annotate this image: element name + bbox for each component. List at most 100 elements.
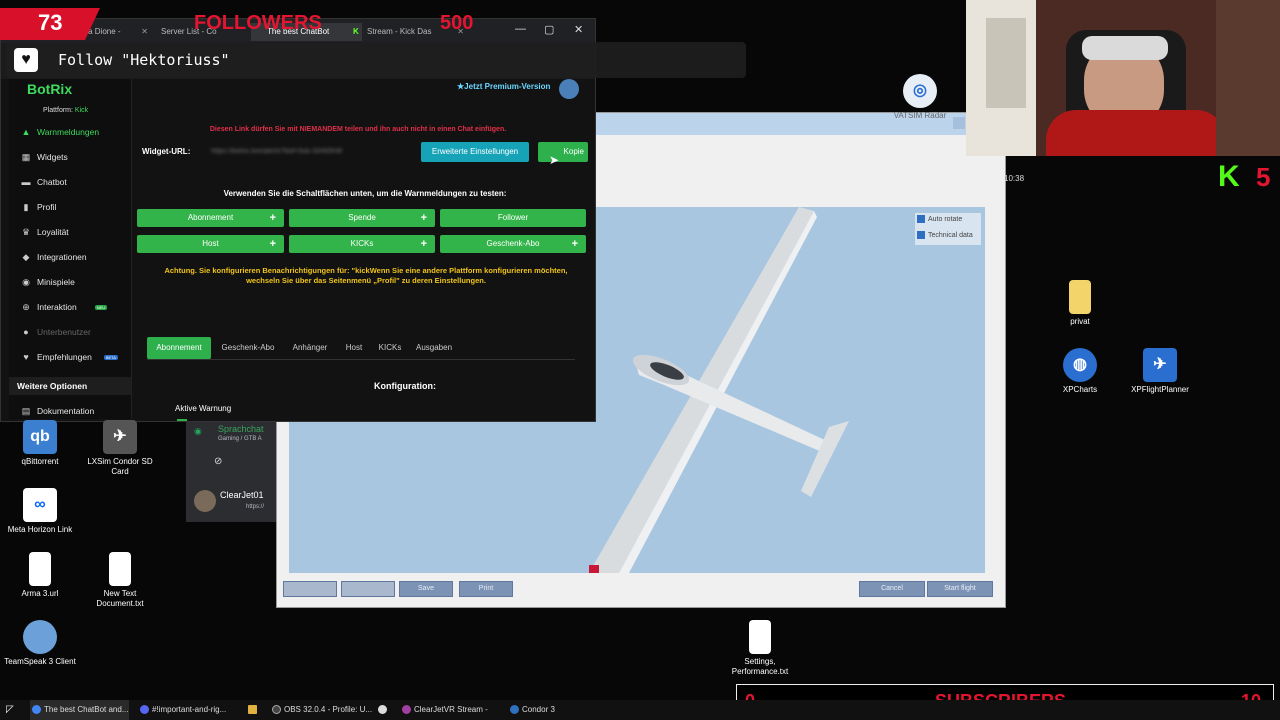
recommend-icon: ♥ xyxy=(23,352,29,362)
sidebar-item-chatbot[interactable]: ▬ Chatbot xyxy=(21,177,67,187)
discord-icon xyxy=(140,705,149,714)
text-file-icon xyxy=(749,620,771,654)
condor-disabled-button-2[interactable] xyxy=(341,581,395,597)
test-spende-button[interactable]: Spende + xyxy=(289,209,435,227)
active-warning-label: Aktive Warnung xyxy=(175,404,232,413)
window-close-icon[interactable]: ✕ xyxy=(574,23,583,36)
voice-channel-name[interactable]: Sprachchat xyxy=(218,424,264,434)
desktop-icon-arma3[interactable]: Arma 3.url xyxy=(0,552,80,599)
save-button[interactable]: Save xyxy=(399,581,453,597)
premium-link[interactable]: ★Jetzt Premium-Version xyxy=(457,82,550,91)
url-warning-text: Diesen Link dürfen Sie mit NIEMANDEM tei… xyxy=(209,126,507,133)
taskbar-item-obs[interactable]: OBS 32.0.4 - Profile: U... xyxy=(270,700,372,720)
sidebar-item-unterbenutzer[interactable]: ● Unterbenutzer xyxy=(21,327,91,337)
discord-username[interactable]: ClearJet01 xyxy=(220,490,264,500)
sidebar-item-dokumentation[interactable]: ▤ Dokumentation xyxy=(21,406,94,417)
start-flight-button[interactable]: Start flight xyxy=(927,581,993,597)
sidebar-item-loyalitaet[interactable]: ♛ Loyalität xyxy=(21,226,69,238)
sidebar-item-integrationen[interactable]: ◆ Integrationen xyxy=(21,251,87,263)
test-follower-button[interactable]: Follower xyxy=(440,209,586,227)
video-off-icon[interactable]: ⊘ xyxy=(214,456,222,467)
tab-ausgaben[interactable]: Ausgaben xyxy=(411,337,457,359)
speaker-icon: ◉ xyxy=(194,426,202,436)
sidebar-item-widgets[interactable]: ▦ Widgets xyxy=(21,151,68,163)
teamspeak-icon xyxy=(23,620,57,654)
test-abonnement-button[interactable]: Abonnement + xyxy=(137,209,284,227)
desktop-icon-qbittorrent[interactable]: qb qBittorrent xyxy=(0,420,80,467)
auto-rotate-checkbox[interactable]: Auto rotate xyxy=(917,215,962,223)
copy-button[interactable]: Kopie xyxy=(538,142,588,162)
taskbar-item-stream[interactable]: ClearJetVR Stream - xyxy=(400,700,488,720)
sidebar: BotRix Plattform: Kick ▲ Warnmeldungen ▦ W… xyxy=(9,79,132,419)
cancel-button[interactable]: Cancel xyxy=(859,581,925,597)
kick-logo-icon: K xyxy=(1218,160,1240,193)
mouse-cursor-icon: ➤ xyxy=(549,153,560,167)
tab-abonnement[interactable]: Abonnement xyxy=(147,337,211,359)
sidebar-item-interaktion[interactable]: ⊕ Interaktion NEU xyxy=(21,301,108,312)
condor-disabled-button-1[interactable] xyxy=(283,581,337,597)
desktop-icon-xpcharts[interactable]: ◍ XPCharts xyxy=(1040,348,1120,395)
gamepad-icon: ◉ xyxy=(22,276,30,287)
sidebar-item-profil[interactable]: ▮ Profil xyxy=(21,201,57,213)
tab-geschenk-abo[interactable]: Geschenk-Abo xyxy=(215,337,281,359)
condor-icon xyxy=(510,705,519,714)
new-badge: NEU xyxy=(94,304,108,310)
technical-data-checkbox[interactable]: Technical data xyxy=(917,231,973,239)
folder-icon xyxy=(248,705,257,714)
active-warning-toggle[interactable] xyxy=(177,419,187,421)
taskbar: ◸ The best ChatBot and... #!important-an… xyxy=(0,700,1280,720)
plus-icon: + xyxy=(269,212,276,224)
voice-channel-sub: Gaming / GTB A xyxy=(218,436,262,442)
plus-icon: + xyxy=(269,238,276,250)
user-avatar[interactable] xyxy=(559,79,579,99)
puzzle-icon: ◆ xyxy=(22,251,30,262)
widgets-icon: ▦ xyxy=(21,151,31,162)
widget-url-input[interactable]: https://botrix.live/alerts?bid=3ub-33rM3… xyxy=(203,143,417,161)
desktop-icon-vatsim-radar[interactable]: ◎ VATSIM Radar xyxy=(880,74,960,121)
radar-icon: ◎ xyxy=(903,74,937,108)
follow-alert-text: Follow "Hektoriuss" xyxy=(58,51,230,69)
interaction-icon: ⊕ xyxy=(22,301,30,312)
desktop-icon-privat[interactable]: privat xyxy=(1040,280,1120,327)
desktop-icon-condor-sd-card[interactable]: ✈ LXSim Condor SD Card xyxy=(80,420,160,477)
avatar[interactable] xyxy=(194,490,216,512)
botrix-logo[interactable]: BotRix xyxy=(27,81,72,97)
print-button[interactable]: Print xyxy=(459,581,513,597)
advanced-settings-button[interactable]: Erweiterte Einstellungen xyxy=(421,142,529,162)
test-geschenk-abo-button[interactable]: Geschenk-Abo + xyxy=(440,235,586,253)
plane-icon xyxy=(378,705,387,714)
desktop-icon-teamspeak[interactable]: TeamSpeak 3 Client xyxy=(0,620,80,667)
taskbar-item-condor[interactable]: Condor 3 xyxy=(508,700,555,720)
test-host-button[interactable]: Host + xyxy=(137,235,284,253)
test-kicks-button[interactable]: KICKs + xyxy=(289,235,435,253)
taskbar-item-chrome[interactable]: The best ChatBot and... xyxy=(30,700,129,720)
taskbar-item-app[interactable] xyxy=(376,700,390,720)
desktop-icon-new-text-document[interactable]: New Text Document.txt xyxy=(80,552,160,609)
qbittorrent-icon: qb xyxy=(23,420,57,454)
trophy-icon: ♛ xyxy=(21,226,31,237)
taskbar-item-explorer[interactable] xyxy=(246,700,260,720)
sidebar-item-empfehlungen[interactable]: ♥ Empfehlungen BETA xyxy=(21,352,118,362)
botrix-app: BotRix Plattform: Kick ▲ Warnmeldungen ▦ W… xyxy=(1,79,595,421)
profile-icon: ▮ xyxy=(23,201,29,212)
start-icon[interactable]: ◸ xyxy=(6,704,14,715)
sidebar-item-warnmeldungen[interactable]: ▲ Warnmeldungen xyxy=(21,127,100,137)
sidebar-item-minispiele[interactable]: ◉ Minispiele xyxy=(21,276,75,288)
file-icon xyxy=(29,552,51,586)
tab-host[interactable]: Host xyxy=(339,337,369,359)
more-options-header[interactable]: Weitere Optionen xyxy=(9,377,131,395)
chrome-icon xyxy=(32,705,41,714)
attention-text: Achtung. Sie konfigurieren Benachrichtig… xyxy=(164,266,568,285)
maximize-icon[interactable]: ▢ xyxy=(544,23,554,36)
plus-icon: + xyxy=(420,212,427,224)
desktop-icon-meta-horizon-link[interactable]: ∞ Meta Horizon Link xyxy=(0,488,80,535)
discord-user-sub: https:// xyxy=(246,504,265,510)
taskbar-item-discord[interactable]: #!important-and-rig... xyxy=(138,700,226,720)
tab-kicks[interactable]: KICKs xyxy=(375,337,405,359)
desktop-icon-settings-performance[interactable]: Settings, Performance.txt xyxy=(720,620,800,677)
beta-badge: BETA xyxy=(103,354,118,360)
minimize-icon[interactable]: — xyxy=(515,23,526,35)
desktop-icon-xpflightplanner[interactable]: ✈ XPFlightPlanner xyxy=(1120,348,1200,395)
widget-url-label: Widget-URL: xyxy=(142,147,191,156)
tab-anhaenger[interactable]: Anhänger xyxy=(287,337,333,359)
